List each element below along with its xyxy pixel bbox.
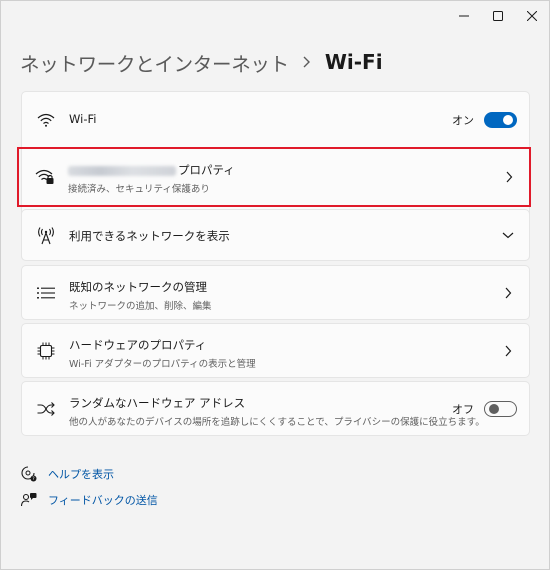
help-links: ? ヘルプを表示 フィードバックの送信 <box>20 461 158 513</box>
wifi-label: Wi-Fi <box>69 112 97 126</box>
chevron-right-icon <box>502 287 514 299</box>
help-link-label[interactable]: ヘルプを表示 <box>48 466 114 482</box>
hardware-properties-subtitle: Wi-Fi アダプターのプロパティの表示と管理 <box>69 359 256 370</box>
available-networks-label: 利用できるネットワークを表示 <box>69 229 230 243</box>
highlight-box <box>17 147 531 207</box>
list-icon <box>36 283 56 303</box>
available-networks-row[interactable]: 利用できるネットワークを表示 <box>21 209 530 261</box>
wifi-toggle-row: Wi-Fi オン <box>22 92 529 148</box>
feedback-link-label[interactable]: フィードバックの送信 <box>48 492 158 508</box>
feedback-link[interactable]: フィードバックの送信 <box>20 487 158 513</box>
hardware-properties-title: ハードウェアのプロパティ <box>69 338 207 352</box>
known-networks-row[interactable]: 既知のネットワークの管理 ネットワークの追加、削除、編集 <box>21 265 530 320</box>
chevron-right-icon <box>502 345 514 357</box>
random-address-title: ランダムなハードウェア アドレス <box>69 396 246 410</box>
hardware-properties-row[interactable]: ハードウェアのプロパティ Wi-Fi アダプターのプロパティの表示と管理 <box>21 323 530 378</box>
minimize-button[interactable] <box>447 1 481 31</box>
close-button[interactable] <box>515 1 549 31</box>
chip-icon <box>36 341 56 361</box>
random-address-toggle-switch[interactable] <box>484 401 517 417</box>
title-bar <box>447 1 549 31</box>
chevron-down-icon <box>502 229 514 241</box>
help-link[interactable]: ? ヘルプを表示 <box>20 461 158 487</box>
help-icon: ? <box>20 465 38 483</box>
toggle-knob <box>503 115 513 125</box>
close-icon <box>527 11 537 21</box>
wifi-toggle-switch[interactable] <box>484 112 517 128</box>
antenna-icon <box>36 226 56 246</box>
random-address-state-label: オフ <box>452 403 474 416</box>
shuffle-icon <box>36 399 56 419</box>
random-hardware-address-row: ランダムなハードウェア アドレス 他の人があなたのデバイスの場所を追跡しにくくす… <box>21 381 530 436</box>
random-address-subtitle: 他の人があなたのデバイスの場所を追跡しにくくすることで、プライバシーの保護に役立… <box>69 417 485 428</box>
wifi-icon <box>36 110 56 130</box>
known-networks-subtitle: ネットワークの追加、削除、編集 <box>69 301 212 312</box>
minimize-icon <box>459 15 469 17</box>
breadcrumb: ネットワークとインターネット Wi-Fi <box>20 47 383 77</box>
wifi-state-label: オン <box>452 114 474 127</box>
feedback-icon <box>20 491 38 509</box>
breadcrumb-parent-link[interactable]: ネットワークとインターネット <box>20 48 289 77</box>
known-networks-title: 既知のネットワークの管理 <box>69 280 207 294</box>
toggle-knob <box>489 404 499 414</box>
maximize-icon <box>493 11 503 21</box>
settings-window: ネットワークとインターネット Wi-Fi Wi-Fi オン プロパティ 接続済み… <box>0 0 550 570</box>
maximize-button[interactable] <box>481 1 515 31</box>
chevron-right-icon <box>302 56 311 68</box>
page-title: Wi-Fi <box>324 50 383 74</box>
